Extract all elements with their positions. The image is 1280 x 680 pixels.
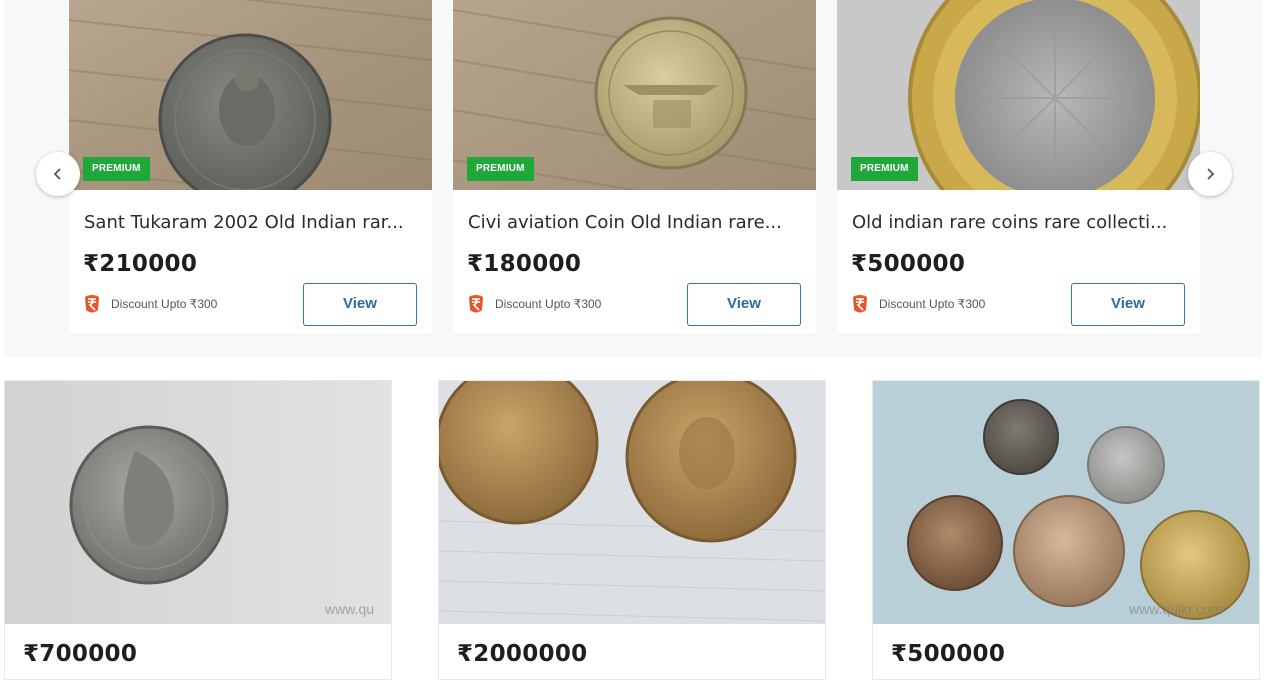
- premium-card[interactable]: PREMIUM Sant Tukaram 2002 Old Indian rar…: [69, 0, 432, 333]
- discount-info: Discount Upto ₹300: [850, 293, 985, 315]
- discount-text: Discount Upto ₹300: [111, 297, 218, 311]
- discount-info: Discount Upto ₹300: [82, 293, 217, 315]
- rupee-discount-icon: [85, 295, 99, 313]
- listing-title[interactable]: Old indian rare coins rare collecti...: [852, 212, 1188, 233]
- premium-badge: PREMIUM: [83, 157, 150, 181]
- listing-price: ₹2000000: [457, 641, 588, 667]
- listing-price: ₹700000: [23, 641, 138, 667]
- listing-photo[interactable]: www.quikr.com: [873, 381, 1259, 624]
- view-button[interactable]: View: [1071, 283, 1185, 326]
- view-button[interactable]: View: [303, 283, 417, 326]
- premium-card[interactable]: PREMIUM Civi aviation Coin Old Indian ra…: [453, 0, 816, 333]
- listing-title[interactable]: Civi aviation Coin Old Indian rare...: [468, 212, 804, 233]
- premium-card[interactable]: PREMIUM Old indian rare coins rare colle…: [837, 0, 1200, 333]
- rupee-discount-icon: [853, 295, 867, 313]
- listing-price: ₹180000: [467, 251, 582, 277]
- premium-carousel: PREMIUM Sant Tukaram 2002 Old Indian rar…: [4, 0, 1262, 357]
- listing-photo[interactable]: [439, 381, 825, 624]
- view-button[interactable]: View: [687, 283, 801, 326]
- carousel-prev-button[interactable]: [36, 152, 80, 196]
- watermark: www.quikr.com: [1129, 601, 1223, 617]
- listing-price: ₹500000: [851, 251, 966, 277]
- listing-card[interactable]: www.quikr.com ₹500000: [872, 380, 1260, 680]
- premium-badge: PREMIUM: [851, 157, 918, 181]
- listing-photo[interactable]: www.qu: [5, 381, 391, 624]
- listing-title[interactable]: Sant Tukaram 2002 Old Indian rar...: [84, 212, 420, 233]
- listing-price: ₹210000: [83, 251, 198, 277]
- chevron-left-icon: [53, 168, 61, 180]
- watermark: www.qu: [325, 601, 375, 617]
- premium-badge: PREMIUM: [467, 157, 534, 181]
- rupee-discount-icon: [469, 295, 483, 313]
- listing-card[interactable]: www.qu ₹700000: [4, 380, 392, 680]
- listing-price: ₹500000: [891, 641, 1006, 667]
- discount-text: Discount Upto ₹300: [495, 297, 602, 311]
- carousel-next-button[interactable]: [1188, 152, 1232, 196]
- chevron-right-icon: [1207, 168, 1215, 180]
- listing-card[interactable]: ₹2000000: [438, 380, 826, 680]
- discount-text: Discount Upto ₹300: [879, 297, 986, 311]
- discount-info: Discount Upto ₹300: [466, 293, 601, 315]
